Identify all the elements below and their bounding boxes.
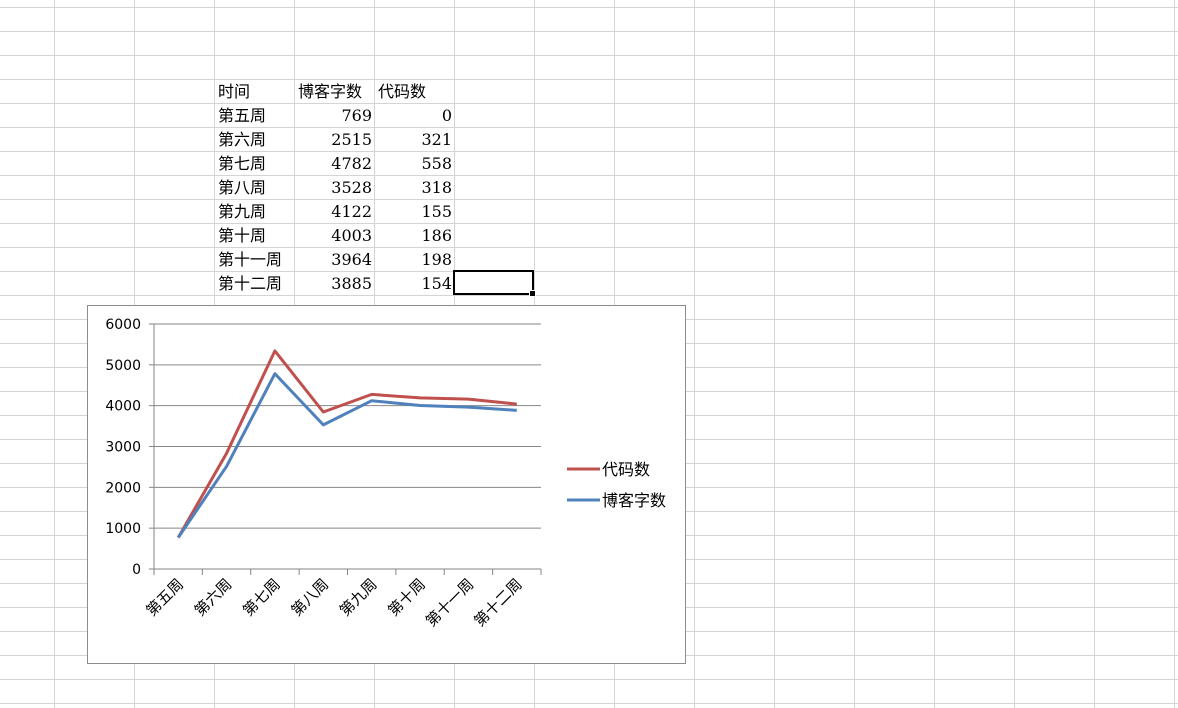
table-cell-code[interactable]: 321: [375, 128, 455, 152]
x-category-label: 第八周: [288, 575, 333, 620]
table-cell-week[interactable]: 第十一周: [215, 248, 295, 272]
x-category-label: 第十周: [384, 575, 429, 620]
table-cell-code[interactable]: 558: [375, 152, 455, 176]
table-cell-blog[interactable]: 4122: [295, 200, 375, 224]
active-cell-selection[interactable]: [453, 270, 536, 297]
table-cell-week[interactable]: 第七周: [215, 152, 295, 176]
spreadsheet-grid[interactable]: 时间 博客字数 代码数 第五周 769 0 第六周 2515 321 第七周 4…: [0, 0, 1178, 708]
x-category-label: 第七周: [239, 575, 284, 620]
table-cell-blog[interactable]: 4782: [295, 152, 375, 176]
x-category-label: 第十二周: [470, 575, 525, 630]
table-cell-code[interactable]: 198: [375, 248, 455, 272]
chart-canvas: 0 1000 2000 3000 4000 5000 6000 第五周 第六周 第七周 第八周 第九周…: [105, 317, 666, 630]
table-cell-blog[interactable]: 3885: [295, 272, 375, 296]
table-cell-blog[interactable]: 769: [295, 104, 375, 128]
y-tick-label: 1000: [105, 521, 141, 537]
table-cell-code[interactable]: 155: [375, 200, 455, 224]
x-category-label: 第九周: [336, 575, 381, 620]
header-cell-code-count[interactable]: 代码数: [375, 80, 455, 104]
y-tick-label: 4000: [105, 399, 141, 415]
x-category-label: 第十一周: [422, 575, 477, 630]
table-cell-week[interactable]: 第十二周: [215, 272, 295, 296]
legend-label: 博客字数: [602, 491, 666, 510]
x-category-label: 第五周: [142, 575, 187, 620]
table-cell-code[interactable]: 154: [375, 272, 455, 296]
line-chart[interactable]: 0 1000 2000 3000 4000 5000 6000 第五周 第六周 第七周 第八周 第九周…: [87, 305, 686, 664]
table-cell-blog[interactable]: 3528: [295, 176, 375, 200]
table-cell-week[interactable]: 第五周: [215, 104, 295, 128]
y-tick-label: 5000: [105, 358, 141, 374]
table-cell-week[interactable]: 第十周: [215, 224, 295, 248]
y-tick-label: 3000: [105, 440, 141, 456]
table-cell-code[interactable]: 186: [375, 224, 455, 248]
fill-handle[interactable]: [529, 290, 536, 297]
series-line-code-count: [176, 349, 517, 539]
table-cell-blog[interactable]: 4003: [295, 224, 375, 248]
table-cell-blog[interactable]: 3964: [295, 248, 375, 272]
table-cell-code[interactable]: 318: [375, 176, 455, 200]
table-cell-code[interactable]: 0: [375, 104, 455, 128]
y-tick-label: 2000: [105, 480, 141, 496]
y-tick-label: 6000: [105, 317, 141, 333]
table-cell-week[interactable]: 第八周: [215, 176, 295, 200]
header-cell-time[interactable]: 时间: [215, 80, 295, 104]
x-category-label: 第六周: [191, 575, 236, 620]
table-cell-blog[interactable]: 2515: [295, 128, 375, 152]
table-cell-week[interactable]: 第九周: [215, 200, 295, 224]
table-cell-week[interactable]: 第六周: [215, 128, 295, 152]
y-tick-label: 0: [132, 562, 141, 578]
header-cell-blog-words[interactable]: 博客字数: [295, 80, 375, 104]
legend-label: 代码数: [602, 460, 650, 479]
